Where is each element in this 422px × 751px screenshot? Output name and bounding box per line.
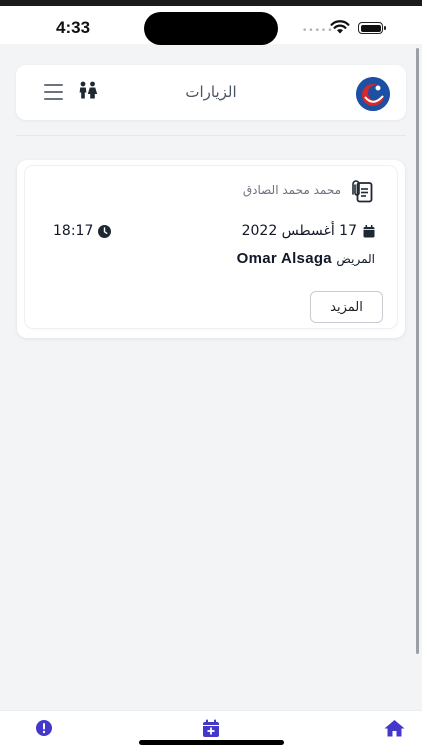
signal-dots: ••••• xyxy=(302,26,334,36)
patient-label: المريض xyxy=(336,252,375,266)
status-bar: 4:33 ••••• xyxy=(0,6,422,45)
visit-card: محمد محمد الصادق 17 أغسطس 2022 18:17 الم… xyxy=(17,160,405,338)
visit-card-inner: محمد محمد الصادق 17 أغسطس 2022 18:17 الم… xyxy=(25,166,397,328)
visit-time-text: 18:17 xyxy=(53,223,94,239)
visit-date: 17 أغسطس 2022 xyxy=(242,223,375,239)
scrollbar[interactable] xyxy=(416,48,419,654)
dynamic-island xyxy=(144,12,278,45)
doctor-name: محمد محمد الصادق xyxy=(242,183,341,197)
home-indicator xyxy=(139,740,284,745)
calendar-plus-icon[interactable] xyxy=(202,719,220,738)
header-divider xyxy=(16,135,406,136)
patient-name: Omar Alsaga xyxy=(236,250,332,267)
page-title: الزيارات xyxy=(185,83,237,101)
app-header: الزيارات xyxy=(16,65,406,120)
visit-time: 18:17 xyxy=(53,223,112,239)
clock-icon xyxy=(98,224,112,238)
calendar-icon xyxy=(363,224,375,237)
visit-date-text: 17 أغسطس 2022 xyxy=(241,223,357,239)
patient-row: المريض Omar Alsaga xyxy=(237,250,375,267)
app-logo xyxy=(356,77,390,111)
battery-icon xyxy=(358,22,386,34)
wifi-icon xyxy=(330,20,350,34)
home-icon[interactable] xyxy=(384,719,405,737)
exclamation-circle-icon[interactable] xyxy=(35,719,53,737)
document-clip-icon xyxy=(352,180,373,203)
status-time: 4:33 xyxy=(56,18,91,37)
more-button[interactable]: المزيد xyxy=(310,291,383,323)
